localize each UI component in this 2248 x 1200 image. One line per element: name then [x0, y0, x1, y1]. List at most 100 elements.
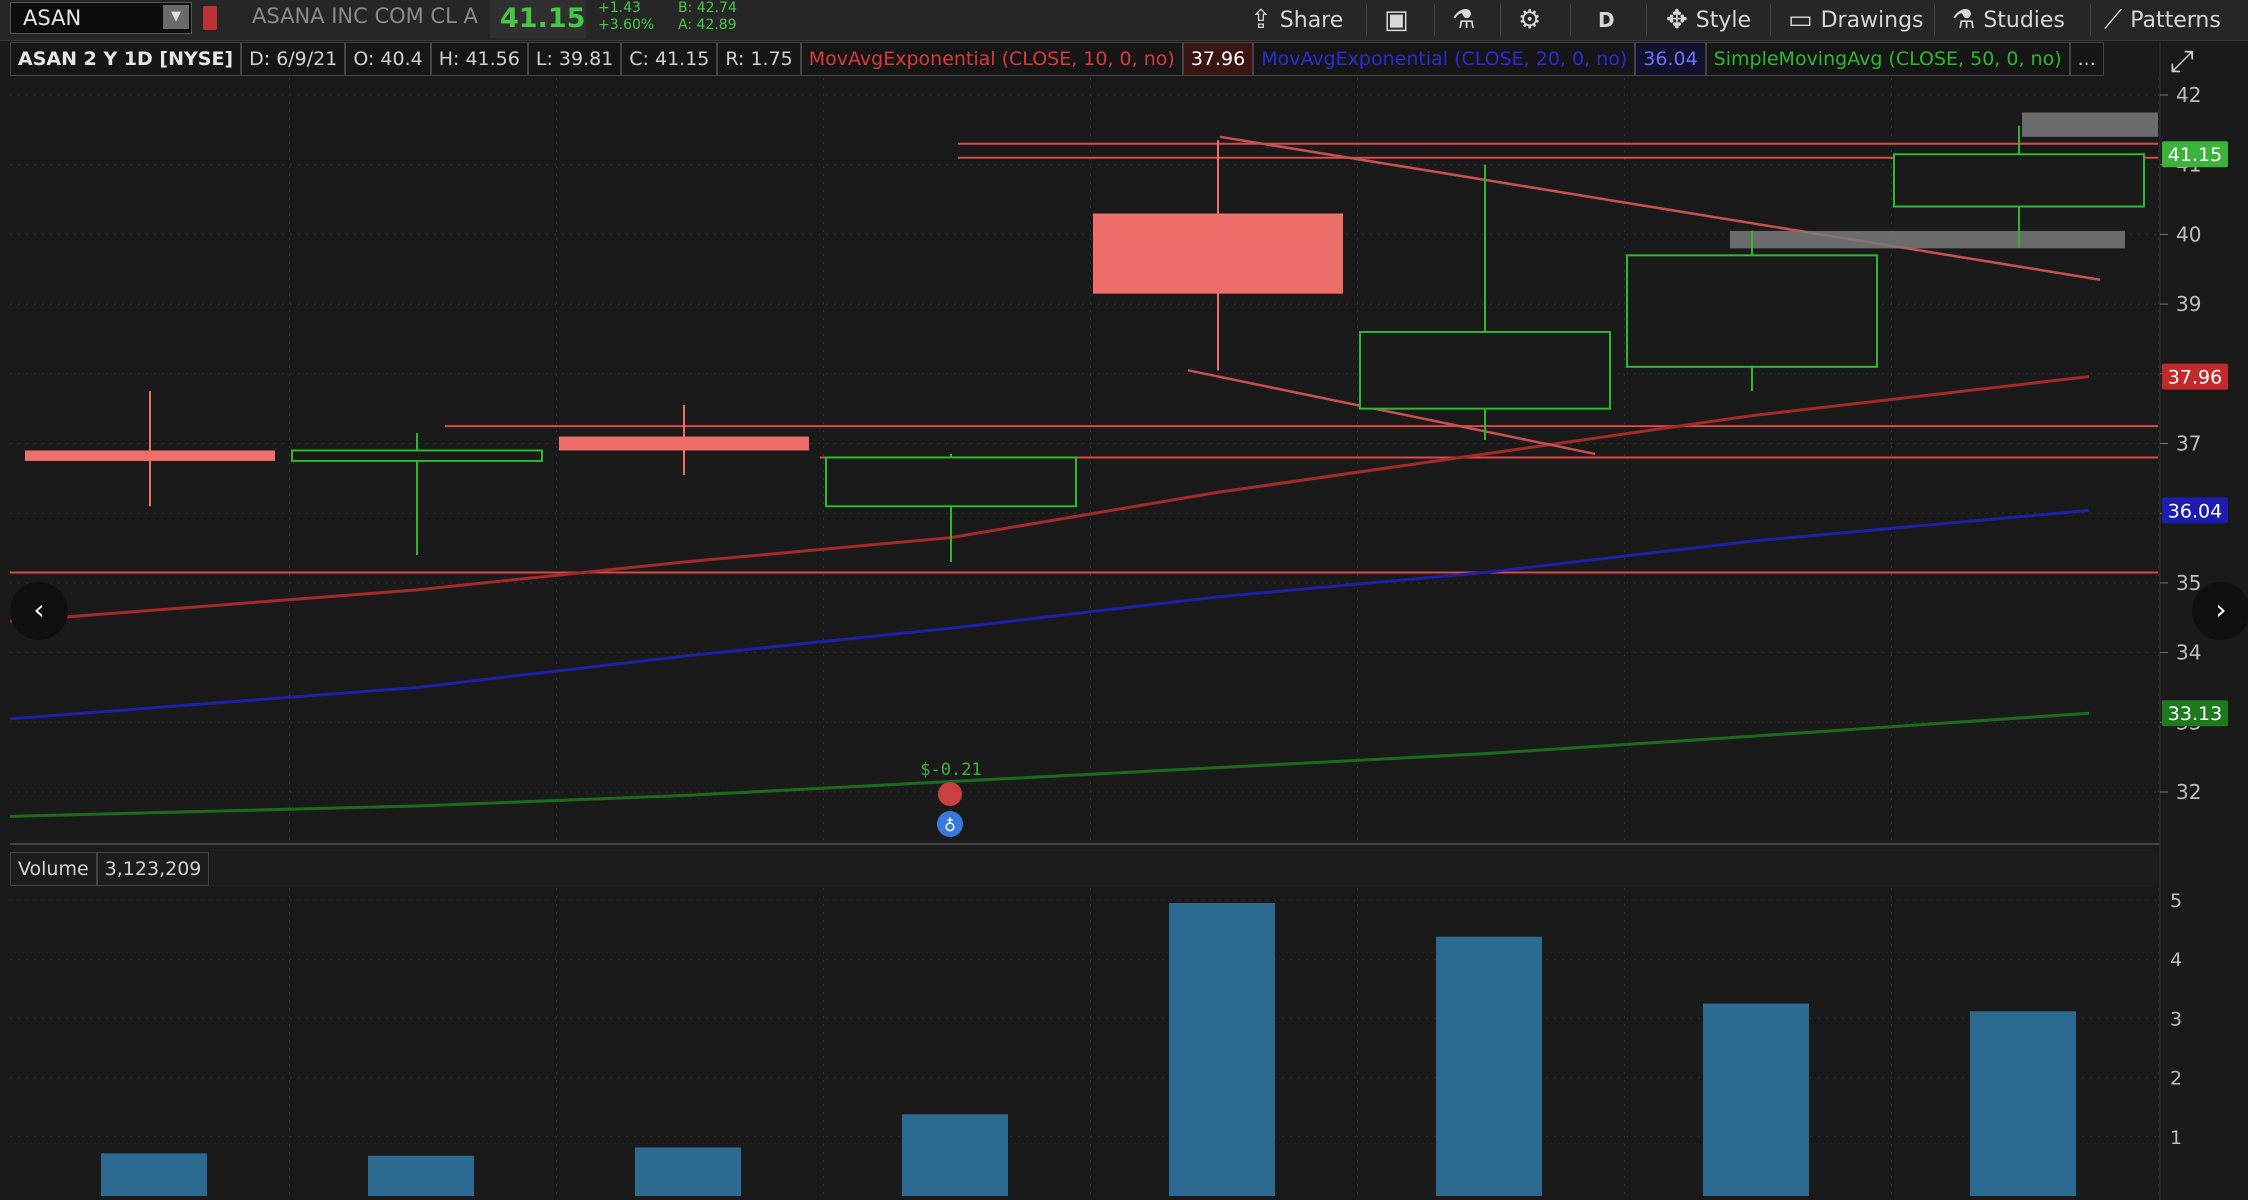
bar-open: O: 40.4 [345, 42, 431, 76]
net-change-value: +1.43 [598, 0, 641, 16]
bid-ask: B: 42.74 A: 42.89 [678, 0, 737, 34]
interval-label: D [1598, 8, 1615, 32]
net-change: +1.43 +3.60% [598, 0, 654, 34]
trend-drawings [1187, 112, 2158, 456]
study-ema20-value: 36.04 [1635, 42, 1706, 76]
ask-value: A: 42.89 [678, 17, 737, 33]
lightbulb-icon[interactable] [937, 811, 963, 837]
volume-tick-label: 5 [2170, 890, 2182, 912]
candle-body [559, 436, 809, 451]
patterns-button[interactable]: ⟋ Patterns [2104, 0, 2221, 40]
chevron-left-icon: ‹ [33, 593, 45, 626]
volume-tick-label: 4 [2170, 949, 2182, 971]
volume-bar [1169, 902, 1275, 1196]
volume-bar [368, 1155, 474, 1196]
drawings-button[interactable]: ▭ Drawings [1788, 0, 1924, 40]
study-ema10-value: 37.96 [1182, 42, 1254, 76]
last-price: 41.15 [500, 3, 586, 34]
ema10-line [9, 375, 2090, 623]
top-toolbar: ASAN ▼ ASANA INC COM CL A 41.15 +1.43 +3… [0, 0, 2248, 41]
volume-value: 3,123,209 [96, 852, 210, 886]
grid-icon: ▣ [1384, 5, 1409, 35]
volume-pane [10, 888, 2160, 1196]
flask-icon: ⚗ [1952, 5, 1976, 35]
style-button[interactable]: ✥ Style [1666, 0, 1751, 40]
price-tick-label: 38 [2176, 362, 2201, 386]
ema20-line [9, 508, 2090, 721]
study-sma50[interactable]: SimpleMovingAvg (CLOSE, 50, 0, no) [1705, 42, 2070, 76]
symbol-selector[interactable]: ASAN ▼ [10, 2, 192, 34]
symbol-text: ASAN [23, 6, 82, 30]
price-tick-label: 40 [2176, 222, 2201, 246]
candle-body [291, 449, 543, 462]
candle-body [1359, 330, 1611, 410]
volume-bar [1970, 1011, 2076, 1196]
chart-title: ASAN 2 Y 1D [NYSE] [10, 42, 242, 76]
price-axis: 32 33 34 35 36 37 38 39 40 41 42 [2160, 83, 2201, 804]
study-lines [9, 375, 2090, 818]
beaker-button[interactable]: ⚗ [1452, 0, 1475, 40]
chart-canvas[interactable]: 3233343536373839404142 12345 41.1537.963… [0, 0, 2248, 1200]
price-tick-label: 32 [2176, 780, 2201, 804]
net-change-percent: +3.60% [598, 17, 655, 33]
horizontal-drawings [10, 142, 2158, 574]
price-pane [10, 78, 2160, 843]
study-ema20[interactable]: MovAvgExponential (CLOSE, 20, 0, no) [1253, 42, 1636, 76]
volume-bar [902, 1114, 1008, 1196]
price-label-text: 36.04 [2168, 500, 2222, 522]
candle-body [825, 456, 1077, 508]
bar-date: D: 6/9/21 [241, 42, 346, 76]
flag-icon[interactable] [203, 6, 217, 30]
volume-tick-label: 3 [2170, 1008, 2182, 1030]
share-button[interactable]: ⇪ Share [1250, 0, 1343, 40]
price-tick-label: 36 [2176, 501, 2201, 525]
bar-low: L: 39.81 [527, 42, 622, 76]
share-icon: ⇪ [1250, 5, 1272, 35]
style-icon: ✥ [1666, 5, 1688, 35]
price-tick-label: 34 [2176, 641, 2201, 665]
drawings-label: Drawings [1820, 7, 1924, 33]
more-studies[interactable]: ... [2069, 42, 2104, 76]
style-label: Style [1695, 7, 1752, 33]
gear-icon: ⚙ [1518, 5, 1542, 35]
volume-header: Volume 3,123,209 [10, 852, 210, 886]
prev-arrow-button[interactable]: ‹ [10, 582, 68, 640]
candle-body [1093, 213, 1343, 294]
studies-label: Studies [1983, 7, 2065, 33]
volume-bars [101, 902, 2076, 1196]
volume-bar [101, 1153, 207, 1196]
candles [25, 125, 2145, 562]
bar-close: C: 41.15 [621, 42, 718, 76]
settings-button[interactable]: ⚙ [1518, 0, 1541, 40]
earnings-marker[interactable]: $-0.21 ♁ [920, 760, 982, 837]
volume-axis: 1 2 3 4 5 [2170, 890, 2182, 1149]
volume-tick-label: 2 [2170, 1068, 2182, 1090]
price-label-text: 37.96 [2168, 367, 2222, 389]
earnings-text: $-0.21 [920, 760, 981, 780]
volume-tick-label: 1 [2170, 1127, 2182, 1149]
expand-icon[interactable]: ⤢ [2170, 44, 2194, 79]
rectangle-icon: ▭ [1788, 5, 1813, 35]
studies-button[interactable]: ⚗ Studies [1952, 0, 2065, 40]
patterns-icon: ⟋ [2104, 4, 2123, 35]
flexible-grid-button[interactable]: ▣ [1384, 0, 1409, 40]
earnings-icon[interactable] [938, 782, 962, 806]
alert-icon[interactable]: ! [18, 86, 48, 116]
study-ema10[interactable]: MovAvgExponential (CLOSE, 10, 0, no) [800, 42, 1183, 76]
beaker-icon: ⚗ [1452, 5, 1476, 35]
chevron-right-icon: › [2215, 593, 2227, 626]
chevron-down-icon[interactable]: ▼ [163, 5, 189, 29]
candle-body [25, 450, 275, 461]
company-name: ASANA INC COM CL A [252, 4, 478, 28]
interval-button[interactable]: D [1598, 0, 1615, 40]
volume-label: Volume [10, 852, 97, 886]
svg-text:♁: ♁ [944, 816, 956, 835]
bar-high: H: 41.56 [430, 42, 528, 76]
bar-range: R: 1.75 [717, 42, 801, 76]
price-label-box [2162, 141, 2228, 168]
next-arrow-button[interactable]: › [2192, 582, 2248, 640]
patterns-label: Patterns [2130, 7, 2221, 33]
zone-box [2022, 112, 2158, 137]
trend-line [1187, 369, 1596, 456]
grid-lines [10, 78, 2160, 1196]
